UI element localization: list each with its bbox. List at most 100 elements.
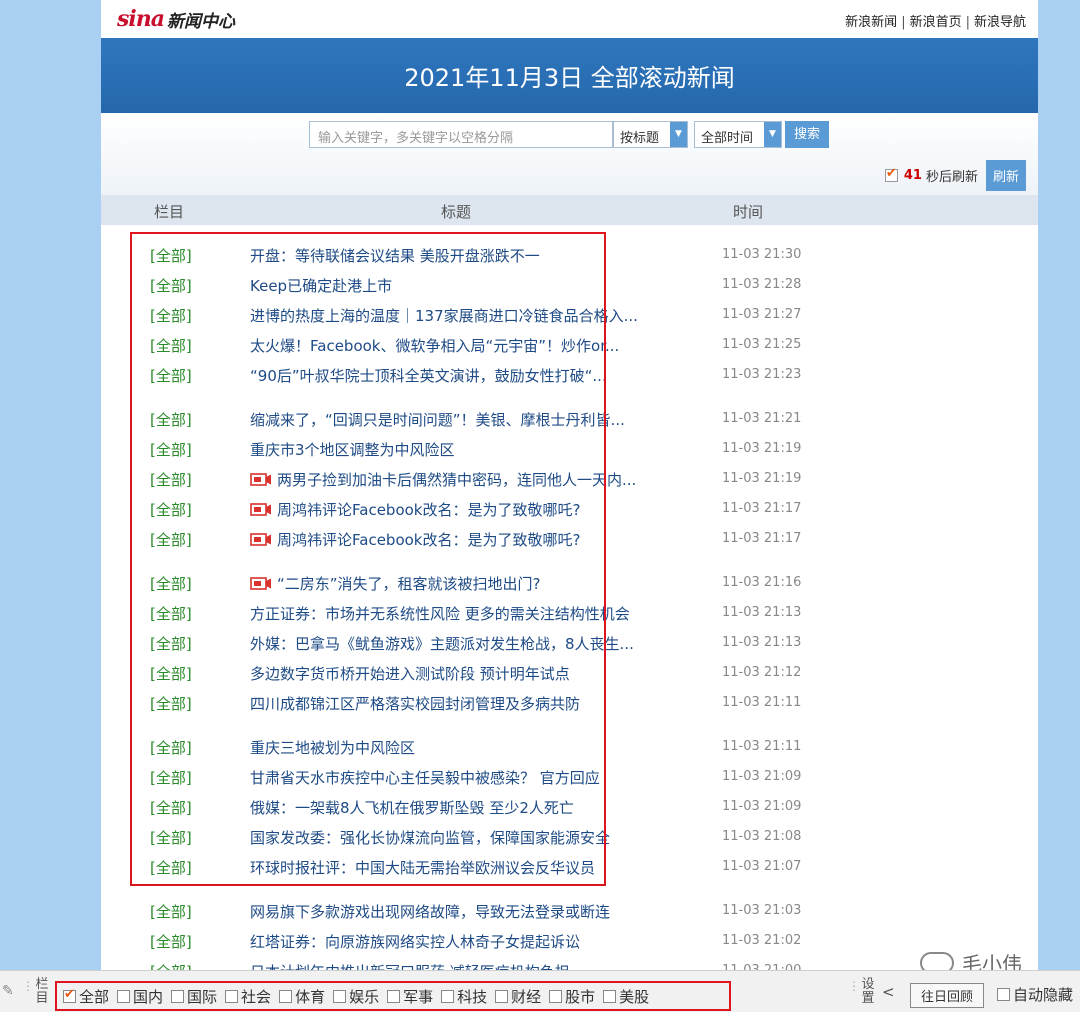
news-category-link[interactable]: [全部] — [150, 827, 192, 848]
news-row: [全部] 周鸿祎评论Facebook改名：是为了致敬哪吒? 11-03 21:17 — [101, 524, 1038, 554]
chevron-down-icon: ▼ — [764, 122, 781, 147]
news-title-link[interactable]: 缩减来了，“回调只是时间问题”！美银、摩根士丹利皆... — [250, 409, 672, 430]
news-title-link[interactable]: 网易旗下多款游戏出现网络故障，导致无法登录或断连 — [250, 901, 672, 922]
checkbox-icon[interactable] — [441, 989, 455, 1003]
news-category-link[interactable]: [全部] — [150, 663, 192, 684]
news-category-link[interactable]: [全部] — [150, 603, 192, 624]
search-area: 输入关键字，多关键字以空格分隔 按标题 ▼ 全部时间 ▼ 搜索 41 秒后刷新 … — [101, 113, 1038, 195]
news-title-link[interactable]: 甘肃省天水市疾控中心主任吴毅中被感染？ 官方回应 — [250, 767, 672, 788]
news-title-link[interactable]: 两男子捡到加油卡后偶然猜中密码，连同他人一天内... — [250, 469, 672, 490]
top-links: 新浪新闻 | 新浪首页 | 新浪导航 — [845, 15, 1026, 30]
news-title-link[interactable]: 俄媒：一架载8人飞机在俄罗斯坠毁 至少2人死亡 — [250, 797, 672, 818]
news-category-link[interactable]: [全部] — [150, 857, 192, 878]
news-title-link[interactable]: 环球时报社评：中国大陆无需抬举欧洲议会反华议员 — [250, 857, 672, 878]
category-checkbox-3[interactable]: 社会 — [225, 986, 271, 1007]
news-title-link[interactable]: 周鸿祎评论Facebook改名：是为了致敬哪吒? — [250, 529, 672, 550]
news-title-link[interactable]: 红塔证券：向原游族网络实控人林奇子女提起诉讼 — [250, 931, 672, 952]
news-category-link[interactable]: [全部] — [150, 767, 192, 788]
news-title-link[interactable]: “90后”叶叔华院士顶科全英文演讲，鼓励女性打破“... — [250, 365, 672, 386]
category-checkbox-7[interactable]: 科技 — [441, 986, 487, 1007]
news-title-link[interactable]: 多边数字货币桥开始进入测试阶段 预计明年试点 — [250, 663, 672, 684]
search-mode-value: 按标题 — [620, 131, 660, 146]
news-category-link[interactable]: [全部] — [150, 275, 192, 296]
news-time: 11-03 21:13 — [722, 605, 802, 620]
checkbox-icon[interactable] — [333, 989, 347, 1003]
drag-handle-icon[interactable]: ⋮ — [22, 979, 34, 993]
search-button[interactable]: 搜索 — [785, 121, 829, 148]
news-category-link[interactable]: [全部] — [150, 409, 192, 430]
news-category-link[interactable]: [全部] — [150, 305, 192, 326]
time-range-value: 全部时间 — [701, 131, 754, 146]
news-row: [全部] Keep已确定赴港上市 11-03 21:28 — [101, 270, 1038, 300]
checkbox-icon[interactable] — [549, 989, 563, 1003]
settings-label[interactable]: 设置 — [861, 978, 875, 1006]
news-category-link[interactable]: [全部] — [150, 737, 192, 758]
link-sina-news[interactable]: 新浪新闻 — [845, 15, 897, 30]
auto-hide-toggle[interactable]: 自动隐藏 — [997, 984, 1073, 1005]
category-label: 全部 — [79, 987, 110, 1006]
checkbox-icon[interactable] — [117, 989, 131, 1003]
news-time: 11-03 21:03 — [722, 903, 802, 918]
news-time: 11-03 21:17 — [722, 531, 802, 546]
news-category-link[interactable]: [全部] — [150, 633, 192, 654]
news-title-link[interactable]: 重庆市3个地区调整为中风险区 — [250, 439, 672, 460]
news-title-link[interactable]: “二房东”消失了，租客就该被扫地出门? — [250, 573, 672, 594]
category-checkbox-9[interactable]: 股市 — [549, 986, 595, 1007]
news-category-link[interactable]: [全部] — [150, 245, 192, 266]
news-category-link[interactable]: [全部] — [150, 365, 192, 386]
news-category-link[interactable]: [全部] — [150, 529, 192, 550]
news-row: [全部] 重庆三地被划为中风险区 11-03 21:11 — [101, 732, 1038, 762]
news-title-link[interactable]: 开盘：等待联储会议结果 美股开盘涨跌不一 — [250, 245, 672, 266]
news-category-link[interactable]: [全部] — [150, 931, 192, 952]
auto-hide-checkbox[interactable] — [997, 988, 1010, 1001]
category-checkbox-2[interactable]: 国际 — [171, 986, 217, 1007]
checkbox-icon[interactable] — [63, 987, 76, 1003]
drag-handle-icon[interactable]: ⋮ — [848, 979, 860, 993]
news-row: [全部] 方正证券：市场并无系统性风险 更多的需关注结构性机会 11-03 21:1… — [101, 598, 1038, 628]
news-title-link[interactable]: 太火爆！Facebook、微软争相入局“元宇宙”！炒作or... — [250, 335, 672, 356]
chevron-left-icon[interactable]: < — [882, 983, 895, 1001]
link-sina-nav[interactable]: 新浪导航 — [974, 15, 1026, 30]
time-range-select[interactable]: 全部时间 ▼ — [694, 121, 782, 148]
checkbox-icon[interactable] — [387, 989, 401, 1003]
news-title-link[interactable]: 四川成都锦江区严格落实校园封闭管理及多病共防 — [250, 693, 672, 714]
news-title-link[interactable]: 方正证券：市场并无系统性风险 更多的需关注结构性机会 — [250, 603, 672, 624]
search-input[interactable]: 输入关键字，多关键字以空格分隔 — [309, 121, 613, 148]
category-checkbox-5[interactable]: 娱乐 — [333, 986, 379, 1007]
category-checkbox-1[interactable]: 国内 — [117, 986, 163, 1007]
checkbox-icon[interactable] — [279, 989, 293, 1003]
news-row: [全部] 国家发改委：强化长协煤流向监管，保障国家能源安全 11-03 21:08 — [101, 822, 1038, 852]
checkbox-icon[interactable] — [495, 989, 509, 1003]
category-checkbox-6[interactable]: 军事 — [387, 986, 433, 1007]
news-category-link[interactable]: [全部] — [150, 797, 192, 818]
link-sina-home[interactable]: 新浪首页 — [910, 15, 962, 30]
news-time: 11-03 21:28 — [722, 277, 802, 292]
category-checkbox-0[interactable]: 全部 — [63, 986, 109, 1007]
news-title-link[interactable]: 周鸿祎评论Facebook改名：是为了致敬哪吒? — [250, 499, 672, 520]
news-title-link[interactable]: 进博的热度上海的温度｜137家展商进口冷链食品合格入... — [250, 305, 672, 326]
news-title-link[interactable]: 重庆三地被划为中风险区 — [250, 737, 672, 758]
sina-logo[interactable]: sina 新闻中心 — [117, 6, 235, 32]
news-category-link[interactable]: [全部] — [150, 901, 192, 922]
news-category-link[interactable]: [全部] — [150, 693, 192, 714]
video-icon — [250, 473, 271, 486]
refresh-button[interactable]: 刷新 — [985, 160, 1026, 191]
checkbox-icon[interactable] — [603, 989, 617, 1003]
news-category-link[interactable]: [全部] — [150, 335, 192, 356]
history-button[interactable]: 往日回顾 — [910, 983, 985, 1008]
checkbox-icon[interactable] — [171, 989, 185, 1003]
news-category-link[interactable]: [全部] — [150, 499, 192, 520]
news-category-link[interactable]: [全部] — [150, 573, 192, 594]
checkbox-icon[interactable] — [225, 989, 239, 1003]
category-checkbox-8[interactable]: 财经 — [495, 986, 541, 1007]
bottom-category-bar: ✎ ⋮ 栏目 全部 国内 国际 社会 体育 娱乐 军事 科技 财经 股市 美股 ⋮ 设置 < 往日回… — [0, 970, 1080, 1012]
news-title-link[interactable]: 外媒：巴拿马《鱿鱼游戏》主题派对发生枪战，8人丧生... — [250, 633, 672, 654]
news-title-link[interactable]: 国家发改委：强化长协煤流向监管，保障国家能源安全 — [250, 827, 672, 848]
category-checkbox-10[interactable]: 美股 — [603, 986, 649, 1007]
news-category-link[interactable]: [全部] — [150, 469, 192, 490]
category-checkbox-4[interactable]: 体育 — [279, 986, 325, 1007]
search-mode-select[interactable]: 按标题 ▼ — [613, 121, 688, 148]
news-category-link[interactable]: [全部] — [150, 439, 192, 460]
auto-refresh-checkbox[interactable] — [884, 166, 898, 182]
news-title-link[interactable]: Keep已确定赴港上市 — [250, 275, 672, 296]
